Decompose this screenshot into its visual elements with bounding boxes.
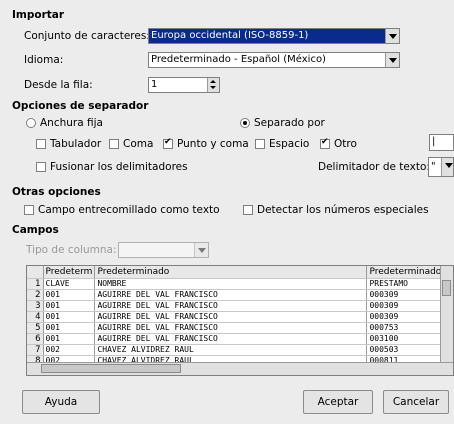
semicolon-checkbox[interactable]: [163, 137, 173, 149]
detect-special-numbers-label: Detectar los números especiales: [257, 204, 429, 216]
accept-button[interactable]: Aceptar: [303, 390, 373, 414]
table-row: 4 001 AGUIRRE DEL VAL FRANCISCO 000309: [27, 311, 448, 323]
preview-grid[interactable]: Predeterm Predeterminado Predeterminado …: [26, 265, 454, 376]
help-button[interactable]: Ayuda: [22, 390, 100, 414]
chevron-down-icon[interactable]: [385, 29, 399, 43]
fixed-width-radio[interactable]: [26, 118, 36, 128]
column-type-combobox[interactable]: [118, 242, 209, 258]
table-cell: 003100: [366, 333, 448, 345]
table-cell: AGUIRRE DEL VAL FRANCISCO: [94, 300, 368, 312]
separator-heading: Opciones de separador: [12, 100, 149, 112]
tab-checkbox[interactable]: [36, 139, 46, 149]
table-row: 7 002 CHAVEZ ALVIDREZ RAUL 000503: [27, 344, 448, 356]
table-cell: 000309: [366, 300, 448, 312]
row-number: 5: [27, 322, 44, 334]
other-checkbox[interactable]: [320, 137, 330, 149]
column-type-label: Tipo de columna:: [26, 244, 117, 256]
from-row-label: Desde la fila:: [24, 79, 93, 91]
comma-checkbox[interactable]: [109, 139, 119, 149]
text-delimiter-label: Delimitador de texto:: [318, 161, 430, 173]
table-cell: 001: [43, 333, 96, 345]
import-heading: Importar: [12, 9, 65, 21]
charset-combobox[interactable]: Europa occidental (ISO-8859-1): [148, 28, 400, 44]
scroll-thumb[interactable]: [442, 280, 451, 296]
table-cell: 000309: [366, 289, 448, 301]
comma-label: Coma: [123, 138, 154, 150]
cancel-button[interactable]: Cancelar: [383, 390, 449, 414]
merge-delimiters-checkbox[interactable]: [36, 162, 46, 172]
other-options-heading: Otras opciones: [12, 186, 101, 198]
chevron-down-icon[interactable]: [194, 243, 208, 257]
chevron-down-icon[interactable]: [441, 158, 453, 176]
table-cell: 000753: [366, 322, 448, 334]
table-cell: 002: [43, 344, 96, 356]
row-number: 6: [27, 333, 44, 345]
text-delimiter-value: ": [431, 161, 436, 172]
vertical-scrollbar[interactable]: [440, 266, 453, 364]
table-cell: NOMBRE: [94, 278, 368, 290]
language-label: Idioma:: [24, 54, 64, 66]
horizontal-scrollbar[interactable]: [27, 362, 453, 375]
tab-label: Tabulador: [50, 138, 102, 150]
table-cell: AGUIRRE DEL VAL FRANCISCO: [94, 322, 368, 334]
merge-delimiters-label: Fusionar los delimitadores: [50, 161, 188, 173]
fixed-width-label: Anchura fija: [40, 117, 103, 129]
table-cell: 001: [43, 322, 96, 334]
table-cell: PRESTAMO: [366, 278, 448, 290]
from-row-value: 1: [151, 79, 158, 90]
table-row: 6 001 AGUIRRE DEL VAL FRANCISCO 003100: [27, 333, 448, 345]
table-cell: 001: [43, 300, 96, 312]
table-cell: CHAVEZ ALVIDREZ RAUL: [94, 344, 368, 356]
table-cell: AGUIRRE DEL VAL FRANCISCO: [94, 333, 368, 345]
other-label: Otro: [334, 138, 357, 150]
space-checkbox[interactable]: [255, 139, 265, 149]
other-delimiter-input[interactable]: |: [429, 134, 454, 151]
column-header[interactable]: Predeterminado: [366, 266, 448, 279]
table-row: 3 001 AGUIRRE DEL VAL FRANCISCO 000309: [27, 300, 448, 312]
charset-label: Conjunto de caracteres:: [24, 30, 150, 42]
table-cell: AGUIRRE DEL VAL FRANCISCO: [94, 311, 368, 323]
charset-value: Europa occidental (ISO-8859-1): [149, 29, 385, 43]
row-number: 1: [27, 278, 44, 290]
column-header[interactable]: Predeterm: [43, 266, 96, 279]
separated-by-label: Separado por: [254, 117, 325, 129]
row-number: 7: [27, 344, 44, 356]
language-combobox[interactable]: Predeterminado - Español (México): [148, 52, 400, 68]
table-row: 1 CLAVE NOMBRE PRESTAMO: [27, 278, 448, 290]
other-delimiter-value: |: [432, 136, 436, 147]
column-header[interactable]: Predeterminado: [94, 266, 368, 279]
table-cell: AGUIRRE DEL VAL FRANCISCO: [94, 289, 368, 301]
language-value: Predeterminado - Español (México): [151, 54, 326, 65]
row-number: 3: [27, 300, 44, 312]
table-cell: 001: [43, 311, 96, 323]
table-row: 5 001 AGUIRRE DEL VAL FRANCISCO 000753: [27, 322, 448, 334]
corner-cell: [27, 266, 44, 279]
quoted-as-text-checkbox[interactable]: [24, 205, 34, 215]
semicolon-label: Punto y coma: [177, 138, 249, 150]
table-cell: 000503: [366, 344, 448, 356]
from-row-spinbox[interactable]: 1: [148, 77, 220, 93]
table-cell: 000309: [366, 311, 448, 323]
table-header-row: Predeterm Predeterminado Predeterminado: [27, 266, 448, 279]
row-number: 4: [27, 311, 44, 323]
space-label: Espacio: [269, 138, 310, 150]
row-number: 2: [27, 289, 44, 301]
spin-arrows-icon[interactable]: [207, 78, 219, 92]
table-cell: CLAVE: [43, 278, 96, 290]
chevron-down-icon[interactable]: [385, 53, 399, 67]
preview-table: Predeterm Predeterminado Predeterminado …: [27, 266, 448, 367]
table-cell: 001: [43, 289, 96, 301]
fields-heading: Campos: [12, 224, 59, 236]
table-row: 2 001 AGUIRRE DEL VAL FRANCISCO 000309: [27, 289, 448, 301]
detect-special-numbers-checkbox[interactable]: [243, 205, 253, 215]
quoted-as-text-label: Campo entrecomillado como texto: [38, 204, 220, 216]
scroll-thumb[interactable]: [41, 364, 181, 373]
separated-by-radio[interactable]: [240, 118, 250, 128]
text-delimiter-combobox[interactable]: ": [428, 157, 454, 177]
